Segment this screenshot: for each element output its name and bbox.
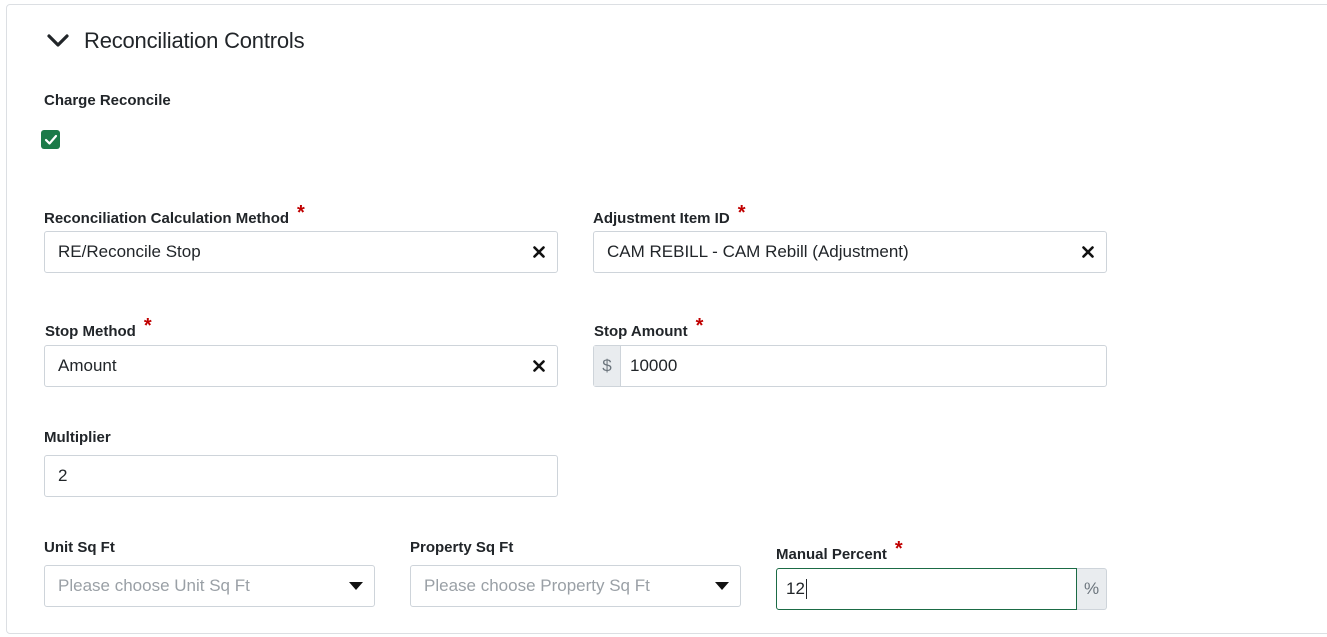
required-marker: * — [297, 202, 305, 224]
percent-suffix: % — [1077, 568, 1107, 610]
check-icon — [44, 134, 57, 145]
section-header[interactable]: Reconciliation Controls — [46, 26, 305, 56]
manual-percent-label: Manual Percent * — [776, 538, 903, 565]
adjustment-item-label-text: Adjustment Item ID — [593, 210, 730, 227]
stop-method-value: Amount — [58, 356, 117, 375]
calc-method-value: RE/Reconcile Stop — [58, 242, 201, 261]
required-marker: * — [143, 315, 152, 337]
chevron-down-icon[interactable] — [46, 29, 70, 53]
stop-amount-label-text: Stop Amount — [594, 323, 688, 340]
section-title: Reconciliation Controls — [84, 28, 305, 53]
stop-method-label-text: Stop Method — [45, 323, 136, 340]
dollar-prefix: $ — [594, 346, 621, 386]
clear-icon[interactable] — [1070, 246, 1106, 258]
adjustment-item-label: Adjustment Item ID * — [593, 202, 745, 229]
clear-icon[interactable] — [521, 360, 557, 372]
required-marker: * — [737, 202, 746, 224]
stop-amount-label: Stop Amount * — [594, 315, 703, 342]
adjustment-item-value: CAM REBILL - CAM Rebill (Adjustment) — [607, 242, 909, 261]
adjustment-item-select[interactable]: CAM REBILL - CAM Rebill (Adjustment) — [593, 231, 1107, 273]
calc-method-label: Reconciliation Calculation Method * — [44, 202, 305, 229]
manual-percent-input[interactable]: 12 — [776, 568, 1077, 610]
unit-sqft-placeholder: Please choose Unit Sq Ft — [58, 576, 250, 595]
property-sqft-select[interactable]: Please choose Property Sq Ft — [410, 565, 741, 607]
stop-method-select[interactable]: Amount — [44, 345, 558, 387]
manual-percent-value: 12 — [786, 578, 805, 598]
multiplier-input[interactable]: 2 — [44, 455, 558, 497]
multiplier-label: Multiplier — [44, 429, 111, 446]
required-marker: * — [894, 538, 903, 560]
property-sqft-placeholder: Please choose Property Sq Ft — [424, 576, 650, 595]
manual-percent-group: 12 % — [776, 568, 1107, 610]
stop-method-label: Stop Method * — [45, 315, 152, 342]
stop-amount-value: 10000 — [630, 356, 678, 375]
text-cursor — [805, 579, 807, 600]
caret-down-icon[interactable] — [704, 582, 740, 590]
calc-method-select[interactable]: RE/Reconcile Stop — [44, 231, 558, 273]
unit-sqft-label: Unit Sq Ft — [44, 539, 115, 556]
calc-method-label-text: Reconciliation Calculation Method — [44, 210, 290, 227]
multiplier-value: 2 — [58, 466, 68, 485]
unit-sqft-select[interactable]: Please choose Unit Sq Ft — [44, 565, 375, 607]
property-sqft-label: Property Sq Ft — [410, 539, 514, 556]
charge-reconcile-label: Charge Reconcile — [44, 92, 171, 109]
charge-reconcile-checkbox[interactable] — [41, 130, 60, 149]
required-marker: * — [695, 315, 704, 337]
stop-amount-input[interactable]: $ 10000 — [593, 345, 1107, 387]
caret-down-icon[interactable] — [338, 582, 374, 590]
manual-percent-label-text: Manual Percent — [776, 546, 887, 563]
manual-percent-value-wrap: 12 — [777, 579, 1076, 600]
clear-icon[interactable] — [521, 246, 557, 258]
